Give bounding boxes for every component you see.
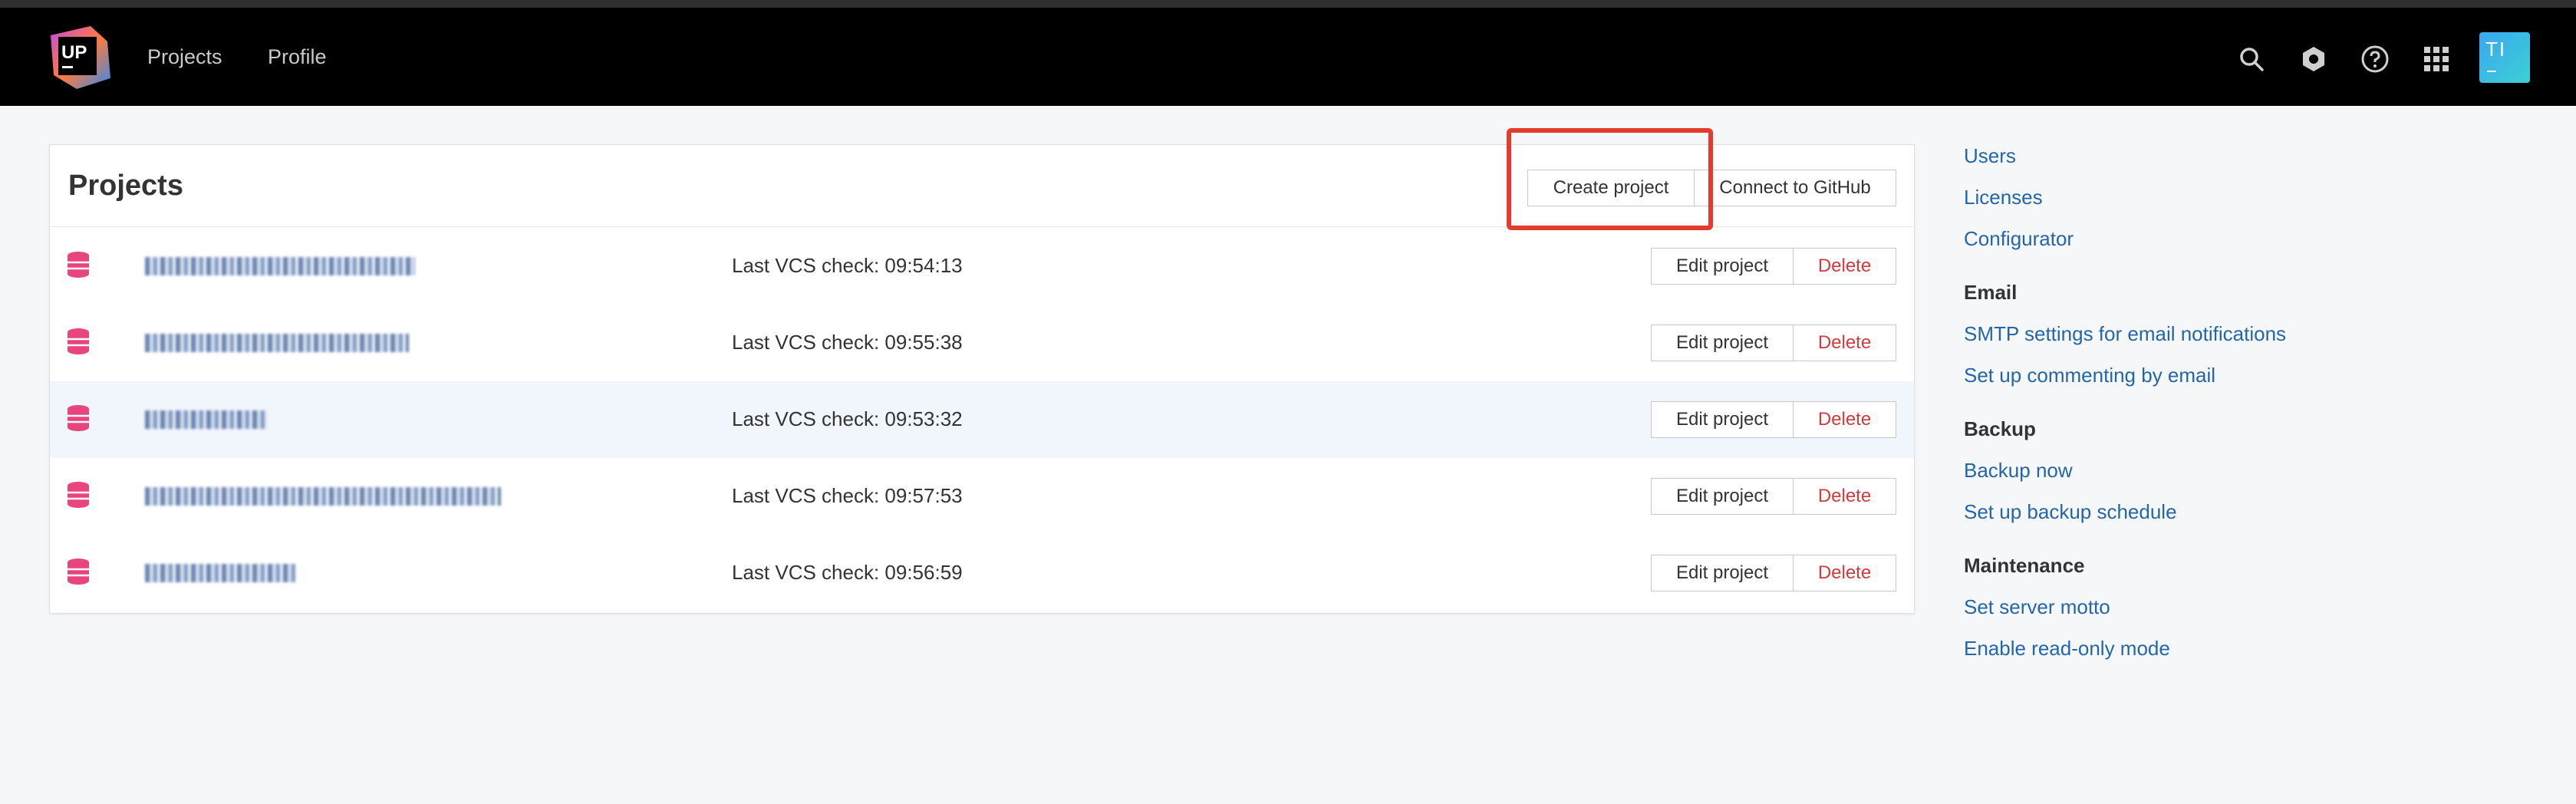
sidebar-link-server-motto[interactable]: Set server motto (1964, 595, 2110, 619)
vcs-check-time: Last VCS check: 09:55:38 (732, 331, 963, 354)
connect-github-button[interactable]: Connect to GitHub (1694, 170, 1896, 206)
sidebar-heading-backup: Backup (1964, 417, 2036, 440)
avatar-initials: TI (2485, 38, 2507, 61)
edit-project-button[interactable]: Edit project (1651, 248, 1794, 285)
table-row[interactable]: Last VCS check: 09:55:38 Edit project De… (50, 305, 1914, 381)
vcs-check-time: Last VCS check: 09:57:53 (732, 484, 963, 507)
edit-project-button[interactable]: Edit project (1651, 401, 1794, 438)
app-logo[interactable]: UP (46, 25, 112, 91)
create-project-button[interactable]: Create project (1527, 170, 1695, 206)
database-icon (68, 405, 89, 431)
database-icon (68, 328, 89, 354)
database-icon (68, 252, 89, 278)
edit-project-button[interactable]: Edit project (1651, 325, 1794, 361)
sidebar-link-backup-schedule[interactable]: Set up backup schedule (1964, 500, 2177, 524)
search-icon[interactable] (2235, 43, 2268, 75)
page-title: Projects (68, 170, 183, 202)
sidebar-heading-maintenance: Maintenance (1964, 554, 2085, 577)
edit-project-button[interactable]: Edit project (1651, 478, 1794, 515)
sidebar-link-backup-now[interactable]: Backup now (1964, 459, 2073, 483)
top-nav-bar: UP Projects Profile TI (0, 8, 2576, 106)
project-name-redacted[interactable] (145, 334, 409, 352)
projects-panel: Projects Create project Connect to GitHu… (49, 144, 1915, 614)
sidebar-link-licenses[interactable]: Licenses (1964, 186, 2043, 209)
project-name-redacted[interactable] (145, 564, 295, 582)
database-icon (68, 482, 89, 508)
vcs-check-time: Last VCS check: 09:54:13 (732, 254, 963, 277)
window-top-strip (0, 0, 2576, 8)
sidebar-link-read-only-mode[interactable]: Enable read-only mode (1964, 637, 2170, 661)
sidebar-link-configurator[interactable]: Configurator (1964, 227, 2074, 251)
nav-profile[interactable]: Profile (268, 8, 327, 106)
delete-project-button[interactable]: Delete (1793, 248, 1896, 285)
sidebar-heading-email: Email (1964, 281, 2018, 304)
sidebar-link-users[interactable]: Users (1964, 144, 2016, 168)
table-row[interactable]: Last VCS check: 09:54:13 Edit project De… (50, 228, 1914, 305)
project-name-redacted[interactable] (145, 257, 415, 275)
delete-project-button[interactable]: Delete (1793, 401, 1896, 438)
edit-project-button[interactable]: Edit project (1651, 555, 1794, 591)
delete-project-button[interactable]: Delete (1793, 478, 1896, 515)
delete-project-button[interactable]: Delete (1793, 555, 1896, 591)
vcs-check-time: Last VCS check: 09:53:32 (732, 407, 963, 430)
apps-grid-icon[interactable] (2420, 43, 2452, 75)
delete-project-button[interactable]: Delete (1793, 325, 1896, 361)
table-row[interactable]: Last VCS check: 09:57:53 Edit project De… (50, 458, 1914, 535)
project-name-redacted[interactable] (145, 410, 268, 429)
sidebar-link-smtp[interactable]: SMTP settings for email notifications (1964, 322, 2286, 346)
projects-panel-header: Projects Create project Connect to GitHu… (50, 145, 1914, 227)
user-avatar[interactable]: TI (2479, 32, 2530, 83)
table-row[interactable]: Last VCS check: 09:56:59 Edit project De… (50, 535, 1914, 611)
project-name-redacted[interactable] (145, 487, 501, 506)
database-icon (68, 559, 89, 585)
sidebar-link-commenting-email[interactable]: Set up commenting by email (1964, 364, 2215, 387)
vcs-check-time: Last VCS check: 09:56:59 (732, 561, 963, 584)
logo-text: UP (61, 42, 87, 63)
settings-icon[interactable] (2298, 43, 2330, 75)
nav-projects[interactable]: Projects (147, 8, 222, 106)
table-row[interactable]: Last VCS check: 09:53:32 Edit project De… (50, 381, 1914, 458)
help-icon[interactable] (2359, 43, 2391, 75)
